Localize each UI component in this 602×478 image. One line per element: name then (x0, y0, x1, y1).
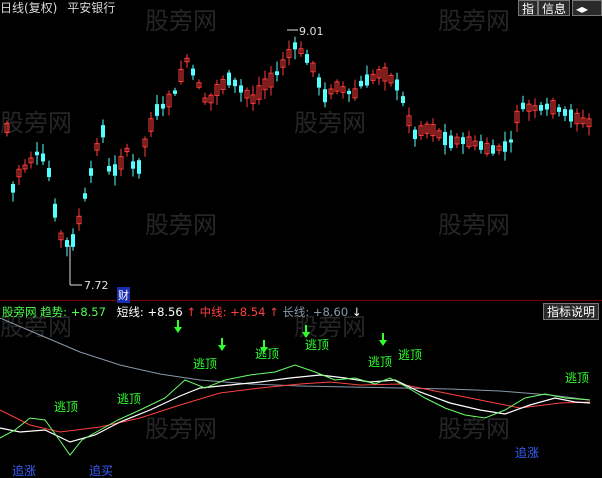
candle-body-down (545, 103, 549, 110)
escape-top-signal: 逃顶 (193, 357, 218, 371)
candle-body-down (503, 141, 507, 152)
candle-body-down (359, 80, 363, 87)
mid-up-arrow-icon: ↑ (269, 305, 279, 319)
trend-line (0, 364, 591, 456)
candle-body-down (191, 68, 195, 76)
chart-header: 日线(复权) 平安银行 (0, 0, 121, 17)
mid-line-value: +8.54 (230, 305, 266, 319)
escape-top-signal: 逃顶 (565, 371, 590, 385)
candle-body-down (347, 90, 351, 95)
candle-body-down (107, 165, 111, 172)
candle-body-down (239, 85, 243, 93)
candle-body-down (41, 153, 45, 162)
candle-body-down (47, 167, 51, 178)
candle-body-down (521, 102, 525, 110)
candle-body-down (365, 74, 369, 86)
candle-body-down (89, 168, 93, 176)
candle-body-down (233, 79, 237, 87)
candle-body-down (137, 160, 141, 174)
indicator-button[interactable]: 指 (518, 0, 539, 16)
candle-body-down (155, 104, 159, 116)
short-line-label: 短线: (116, 305, 144, 319)
candle-body-down (401, 96, 405, 104)
candle-body-down (35, 151, 39, 156)
candle-body-down (11, 184, 15, 193)
candle-body-down (563, 109, 567, 116)
candle-body-down (317, 77, 321, 88)
candle-body-down (557, 107, 561, 112)
stock-name: 平安银行 (67, 1, 116, 15)
high-price-label: 9.01 (299, 25, 324, 38)
candle-body-down (449, 135, 453, 149)
candle-body-down (479, 141, 483, 150)
chase-up-signal: 追涨 (515, 446, 540, 460)
candle-body-down (461, 137, 465, 145)
indicator-name: 股旁网 趋势: (2, 305, 68, 319)
candle-body-down (569, 109, 573, 122)
short-line (0, 374, 591, 443)
candle-body-down (395, 79, 399, 91)
long-line-value: +8.60 (312, 305, 349, 319)
indicator-help-button[interactable]: 指标说明 (543, 303, 600, 320)
candle-body-down (71, 234, 75, 247)
candle-body-down (131, 161, 135, 169)
mid-line-label: 中线: (199, 305, 227, 319)
candle-body-down (83, 193, 87, 199)
stock-chart-window: 股旁网 股旁网 股旁网 股旁网 股旁网 股旁网 股旁网 股旁网 股旁网 股旁网 … (0, 0, 602, 478)
candle-body-down (305, 54, 309, 63)
candle-body-down (275, 71, 279, 76)
candle-body-down (113, 164, 117, 176)
panel-separator (0, 300, 602, 301)
nav-arrows-button[interactable]: ◂▸ (572, 0, 602, 16)
long-line-label: 长线: (282, 305, 310, 319)
info-button[interactable]: 信息 (538, 0, 571, 16)
candle-body-down (509, 139, 513, 143)
escape-arrow-icon (174, 327, 182, 333)
candle-body-down (413, 129, 417, 140)
escape-top-signal: 逃顶 (117, 392, 142, 406)
escape-top-signal: 逃顶 (368, 355, 393, 369)
candle-body-down (161, 103, 165, 109)
escape-top-signal: 逃顶 (305, 338, 330, 352)
long-down-arrow-icon: ↓ (351, 305, 362, 319)
escape-top-signal: 逃顶 (54, 400, 79, 414)
escape-arrow-icon (218, 345, 226, 351)
candle-body-down (65, 240, 69, 247)
candle-body-down (101, 125, 105, 138)
chase-buy-signal: 追买 (89, 464, 114, 478)
candle-body-down (293, 42, 297, 50)
candle-body-down (227, 72, 231, 86)
candle-body-down (323, 89, 327, 103)
candle-body-down (173, 90, 177, 94)
indicator-legend: 股旁网 趋势: +8.57 短线: +8.56 ↑ 中线: +8.54 ↑ 长线… (2, 304, 361, 320)
trend-value: +8.57 (70, 305, 106, 319)
candle-body-down (539, 104, 543, 111)
low-price-label: 7.72 (84, 279, 109, 292)
chart-canvas[interactable] (0, 0, 602, 478)
long-line (0, 317, 591, 401)
short-up-arrow-icon: ↑ (186, 305, 196, 319)
short-line-value: +8.56 (147, 305, 183, 319)
candle-body-down (53, 203, 57, 218)
candle-body-down (491, 145, 495, 154)
escape-arrow-icon (379, 340, 387, 346)
escape-top-signal: 逃顶 (398, 348, 423, 362)
escape-top-signal: 逃顶 (255, 347, 280, 361)
chase-up-signal: 追涨 (12, 464, 37, 478)
period-label[interactable]: 日线(复权) (0, 1, 57, 15)
mid-line (0, 381, 591, 433)
finance-marker[interactable]: 财 (117, 287, 130, 303)
candle-body-down (443, 131, 447, 146)
